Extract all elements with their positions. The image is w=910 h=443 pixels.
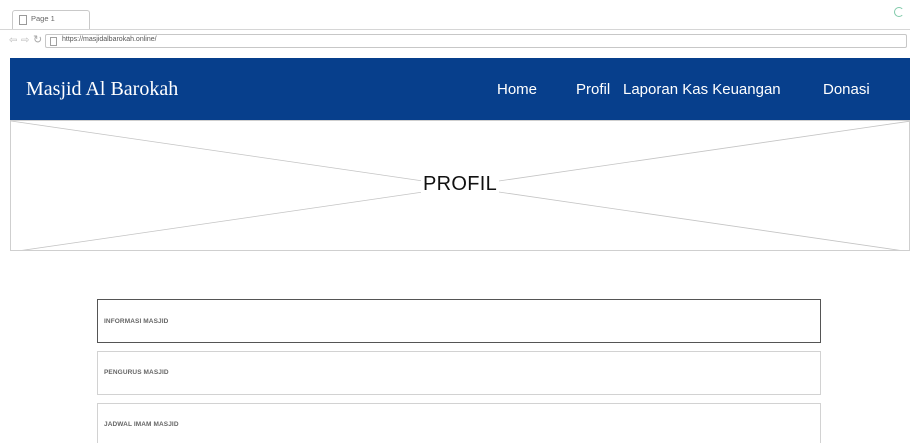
site-title[interactable]: Masjid Al Barokah <box>26 78 178 101</box>
nav-donasi[interactable]: Donasi <box>823 81 870 98</box>
panel-informasi-masjid[interactable]: INFORMASI MASJID <box>97 299 821 343</box>
nav-laporan-kas-keuangan[interactable]: Laporan Kas Keuangan <box>623 81 781 98</box>
reload-icon[interactable]: ↻ <box>33 34 42 46</box>
hero-title: PROFIL <box>420 173 500 195</box>
nav-home[interactable]: Home <box>497 81 537 98</box>
address-url[interactable]: https://masjidalbarokah.online/ <box>62 36 157 43</box>
panel-label: INFORMASI MASJID <box>104 318 169 325</box>
hero-image-placeholder: PROFIL <box>10 120 910 251</box>
site-header: Masjid Al Barokah Home Profil Laporan Ka… <box>10 58 910 120</box>
nav-profil[interactable]: Profil <box>576 81 610 98</box>
page-icon <box>50 37 57 46</box>
tab-strip-divider <box>0 29 910 30</box>
browser-tab[interactable]: Page 1 <box>12 10 90 29</box>
back-arrow-icon[interactable]: ⇦ <box>9 35 17 47</box>
panel-label: JADWAL IMAM MASJID <box>104 421 179 428</box>
panel-pengurus-masjid[interactable]: PENGURUS MASJID <box>97 351 821 395</box>
loading-spinner-icon <box>894 7 904 17</box>
tab-title: Page 1 <box>31 14 55 23</box>
address-bar[interactable]: https://masjidalbarokah.online/ <box>45 34 907 48</box>
panel-label: PENGURUS MASJID <box>104 369 169 376</box>
page-icon <box>19 15 27 25</box>
panel-jadwal-imam-masjid[interactable]: JADWAL IMAM MASJID <box>97 403 821 443</box>
forward-arrow-icon[interactable]: ⇨ <box>21 35 29 47</box>
